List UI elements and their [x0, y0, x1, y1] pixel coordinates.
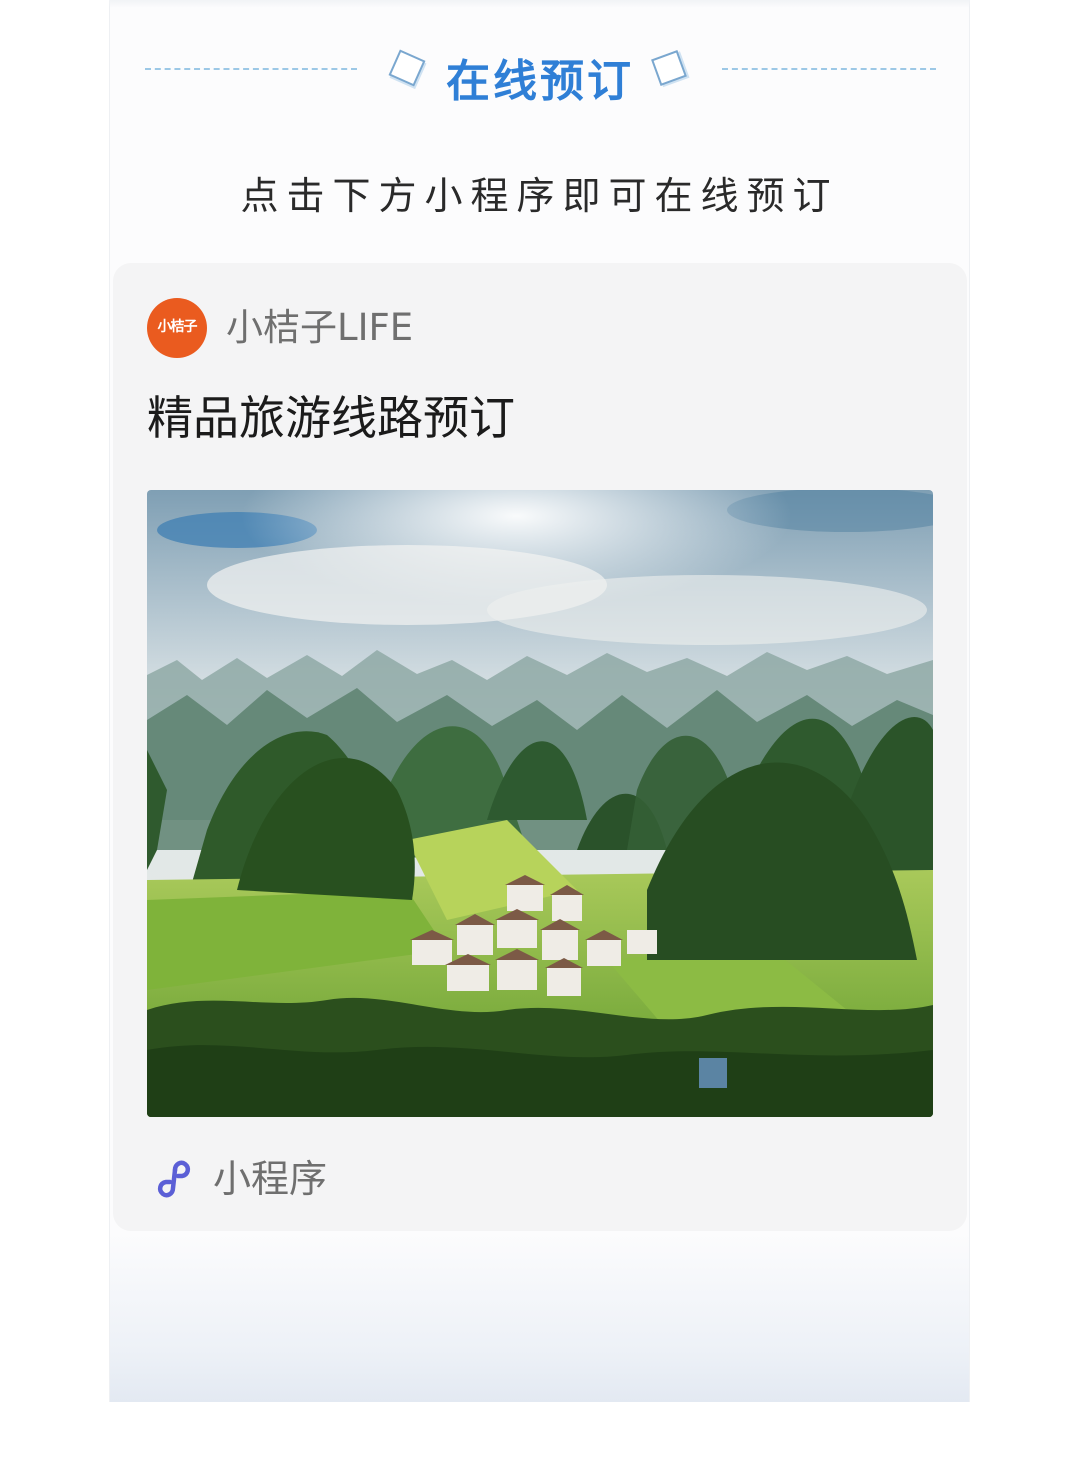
miniprogram-link-icon [157, 1160, 191, 1198]
booking-instruction: 点击下方小程序即可在线预订 [240, 174, 839, 218]
article-page: 在线预订 点击下方小程序即可在线预订 小桔子 小桔子LIFE 精品旅游线路预订 [0, 0, 1080, 1466]
top-edge [109, 0, 970, 8]
section-title: 在线预订 [446, 56, 634, 107]
karst-landscape-photo [147, 490, 933, 1117]
header-dashed-line-right [722, 68, 936, 70]
miniprogram-label: 小程序 [213, 1157, 328, 1201]
miniprogram-card[interactable]: 小桔子 小桔子LIFE 精品旅游线路预订 小程序 [113, 263, 967, 1231]
header-dashed-line-left [145, 68, 357, 70]
bottom-fade [110, 1232, 969, 1402]
app-avatar: 小桔子 [147, 298, 207, 358]
app-name: 小桔子LIFE [226, 306, 414, 349]
card-title: 精品旅游线路预订 [147, 391, 515, 445]
